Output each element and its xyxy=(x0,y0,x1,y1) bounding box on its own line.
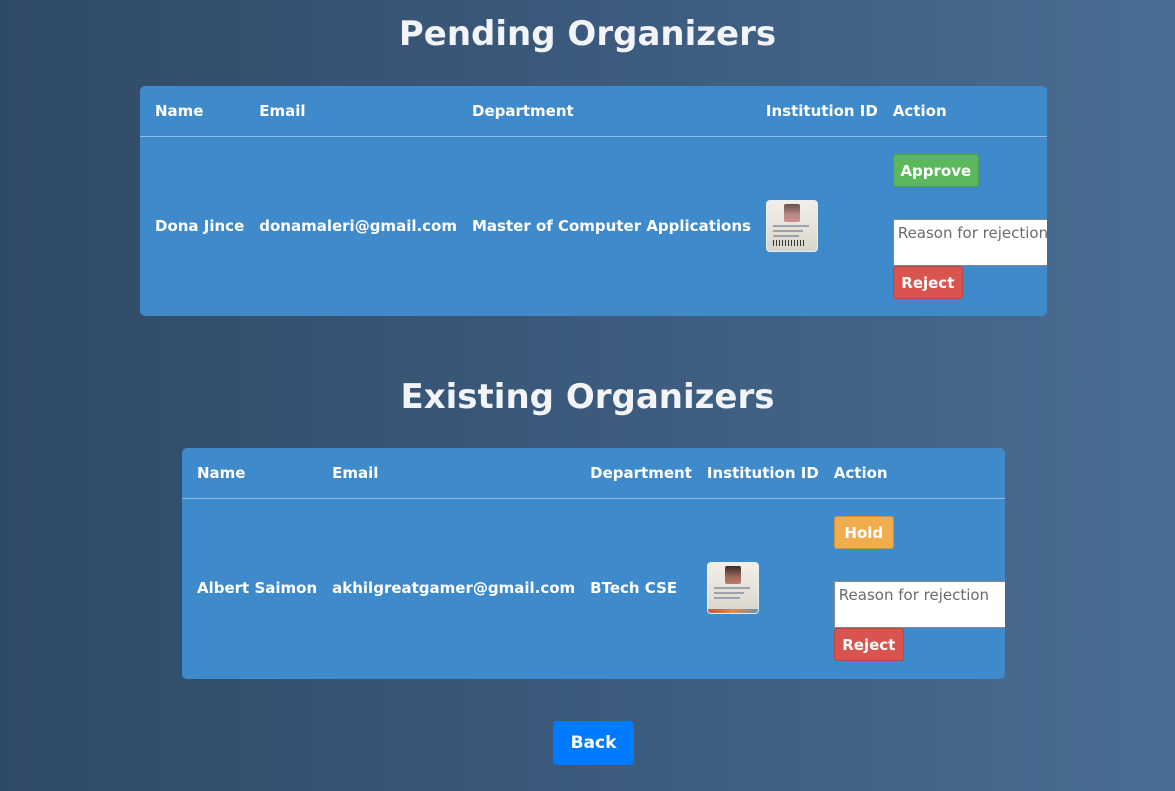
reject-button[interactable]: Reject xyxy=(892,265,963,299)
column-header-name: Name xyxy=(140,86,245,137)
rejection-reason-input[interactable] xyxy=(892,218,1047,266)
column-header-institution-id: Institution ID xyxy=(750,86,878,137)
id-photo xyxy=(783,204,800,223)
column-header-action: Action xyxy=(877,86,1047,137)
organizer-department: Master of Computer Applications xyxy=(472,217,751,236)
organizer-email: akhilgreatgamer@gmail.com xyxy=(332,579,576,598)
existing-organizers-title: Existing Organizers xyxy=(400,377,775,417)
table-header-row: Name Email Department Institution ID Act… xyxy=(140,86,1047,137)
existing-organizers-table: Name Email Department Institution ID Act… xyxy=(182,448,1005,679)
id-card-stripe xyxy=(707,609,758,614)
organizer-department: BTech CSE xyxy=(590,579,678,598)
id-photo xyxy=(724,566,741,585)
approve-button[interactable]: Approve xyxy=(892,153,979,187)
rejection-reason-input[interactable] xyxy=(833,580,1005,628)
institution-id-cell xyxy=(751,137,878,316)
column-header-institution-id: Institution ID xyxy=(691,448,819,499)
organizer-name: Albert Saimon xyxy=(197,579,318,598)
pending-organizers-table: Name Email Department Institution ID Act… xyxy=(140,86,1047,316)
column-header-email: Email xyxy=(317,448,576,499)
organizer-name: Dona Jince xyxy=(155,217,245,236)
action-cell: Hold Reject xyxy=(819,499,1005,678)
column-header-email: Email xyxy=(244,86,457,137)
institution-id-image[interactable] xyxy=(765,200,818,253)
back-button[interactable]: Back xyxy=(553,721,634,765)
hold-button[interactable]: Hold xyxy=(833,515,894,549)
pending-organizers-title: Pending Organizers xyxy=(398,14,777,54)
column-header-department: Department xyxy=(575,448,692,499)
table-row: Dona Jince donamaleri@gmail.com Master o… xyxy=(140,137,1047,316)
column-header-action: Action xyxy=(818,448,1005,499)
organizer-email: donamaleri@gmail.com xyxy=(259,217,457,236)
column-header-name: Name xyxy=(182,448,318,499)
reject-button[interactable]: Reject xyxy=(833,627,904,661)
action-cell: Approve Reject xyxy=(878,137,1047,316)
institution-id-cell xyxy=(692,499,819,678)
table-row: Albert Saimon akhilgreatgamer@gmail.com … xyxy=(182,499,1005,678)
table-header-row: Name Email Department Institution ID Act… xyxy=(182,448,1005,499)
barcode xyxy=(772,240,805,247)
column-header-department: Department xyxy=(457,86,751,137)
institution-id-image[interactable] xyxy=(706,562,759,615)
